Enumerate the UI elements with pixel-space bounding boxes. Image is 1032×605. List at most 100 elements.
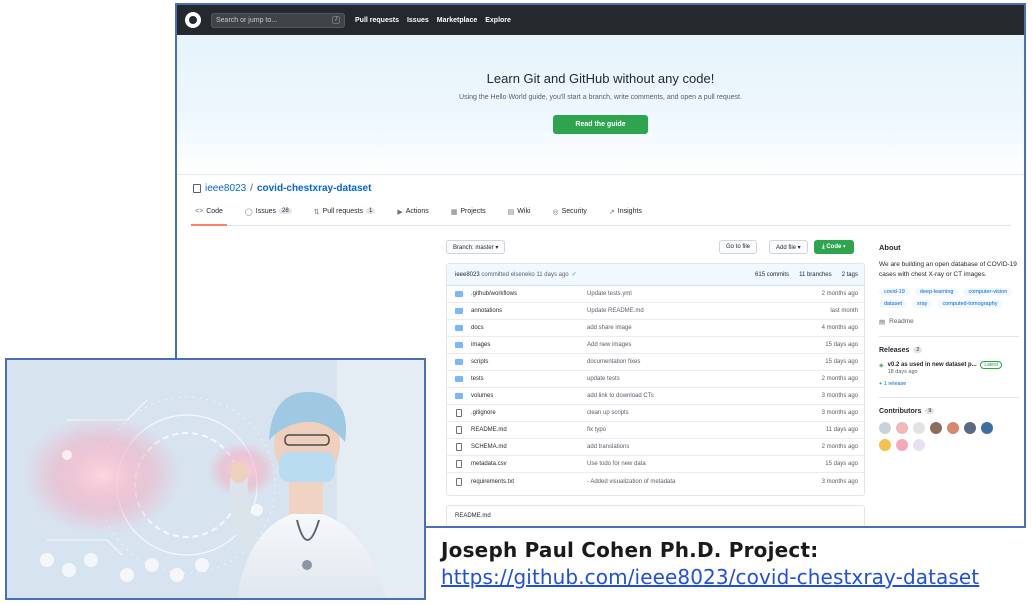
- commit-message-link[interactable]: clean up scripts: [587, 410, 629, 416]
- topic-tag[interactable]: dataset: [879, 299, 908, 308]
- graph-icon: ↗: [608, 209, 615, 216]
- tab-wiki[interactable]: ▤ Wiki: [504, 208, 535, 225]
- file-name-link[interactable]: requirements.txt: [471, 479, 606, 485]
- about-sidebar: About We are building an open database o…: [879, 243, 1019, 451]
- shield-icon: ◎: [552, 209, 559, 216]
- tab-label: Projects: [460, 208, 486, 215]
- contributors-label: Contributors: [879, 407, 922, 415]
- topic-tag[interactable]: covid-19: [879, 287, 910, 296]
- contributor-avatar[interactable]: [896, 421, 908, 434]
- commit-message-link[interactable]: add link to download CTs: [587, 393, 654, 399]
- file-name-link[interactable]: .github/workflows: [471, 291, 606, 297]
- repo-url-link[interactable]: https://github.com/ieee8023/covid-chestx…: [441, 565, 979, 589]
- nav-explore[interactable]: Explore: [485, 17, 511, 24]
- contributor-avatar[interactable]: [947, 421, 959, 434]
- releases-title[interactable]: Releases 2: [879, 347, 1019, 354]
- file-row[interactable]: requirements.txt - Added visualization of…: [447, 473, 864, 490]
- contributor-avatar[interactable]: [913, 421, 925, 434]
- tab-actions[interactable]: ▶ Actions: [393, 208, 432, 225]
- contributor-avatar[interactable]: [981, 421, 993, 434]
- nav-issues[interactable]: Issues: [407, 17, 429, 24]
- tab-code[interactable]: <> Code: [191, 208, 227, 226]
- tab-projects[interactable]: ▦ Projects: [447, 208, 490, 225]
- file-row[interactable]: metadata.csv Use todo for new data 15 days…: [447, 456, 864, 473]
- repo-owner-link[interactable]: ieee8023: [205, 183, 246, 194]
- file-row[interactable]: tests update tests 2 months ago: [447, 371, 864, 388]
- tab-insights[interactable]: ↗ Insights: [605, 208, 646, 225]
- project-icon: ▦: [450, 209, 458, 216]
- github-logo-icon[interactable]: [185, 12, 201, 28]
- file-rows: .github/workflows Update tests.yml 2 month…: [447, 286, 864, 490]
- commit-age: 15 days ago: [825, 359, 858, 365]
- file-row[interactable]: .github/workflows Update tests.yml 2 month…: [447, 286, 864, 303]
- tab-pull-requests[interactable]: ⇅ Pull requests 1: [310, 208, 380, 225]
- commit-author[interactable]: ieee8023: [455, 272, 480, 278]
- readme-link[interactable]: ▤ Readme: [879, 318, 1019, 326]
- tab-label: Actions: [405, 208, 429, 215]
- commit-message-link[interactable]: update tests: [587, 376, 620, 382]
- topic-tag[interactable]: computed-tomography: [937, 299, 1003, 308]
- contributor-avatar[interactable]: [879, 438, 891, 451]
- more-releases-link[interactable]: + 1 release: [879, 381, 1019, 387]
- commits-link[interactable]: 615 commits: [755, 272, 789, 278]
- latest-release[interactable]: ◈ v0.2 as used in new dataset p... Lates…: [879, 360, 1019, 375]
- tab-security[interactable]: ◎ Security: [549, 208, 591, 225]
- topic-tag[interactable]: xray: [912, 299, 933, 308]
- tab-issues[interactable]: ◯ Issues 28: [241, 208, 296, 225]
- commit-message-link[interactable]: Update README.md: [587, 308, 644, 314]
- book-icon: ▤: [507, 209, 515, 216]
- commit-message-link[interactable]: Use todo for new data: [587, 461, 646, 467]
- nav-marketplace[interactable]: Marketplace: [437, 17, 477, 24]
- contributor-avatar[interactable]: [913, 438, 925, 451]
- tab-label: Security: [561, 208, 587, 215]
- commit-message-link[interactable]: documentation fixes: [587, 359, 640, 365]
- file-row[interactable]: images Add new images 15 days ago: [447, 337, 864, 354]
- tags-link[interactable]: 2 tags: [842, 272, 858, 278]
- nav-pull-requests[interactable]: Pull requests: [355, 17, 399, 24]
- file-name-link[interactable]: tests: [471, 376, 606, 382]
- add-file-button[interactable]: Add file ▾: [769, 240, 808, 254]
- file-row[interactable]: .gitignore clean up scripts 3 months ago: [447, 405, 864, 422]
- commit-message-link[interactable]: fix typo: [587, 427, 606, 433]
- contributor-avatar[interactable]: [879, 421, 891, 434]
- file-name-link[interactable]: volumes: [471, 393, 606, 399]
- file-name-link[interactable]: scripts: [471, 359, 606, 365]
- file-name-link[interactable]: images: [471, 342, 606, 348]
- caption: Joseph Paul Cohen Ph.D. Project: https:/…: [441, 538, 979, 589]
- branches-link[interactable]: 11 branches: [799, 272, 832, 278]
- search-input[interactable]: Search or jump to... /: [211, 12, 345, 28]
- topic-tag[interactable]: deep-learning: [914, 287, 959, 296]
- topic-tag[interactable]: computer-vision: [963, 287, 1013, 296]
- file-name-link[interactable]: README.md: [471, 427, 606, 433]
- about-title: About: [879, 243, 901, 252]
- file-row[interactable]: annotations Update README.md last month: [447, 303, 864, 320]
- photo-illustration: [7, 360, 424, 598]
- file-row[interactable]: SCHEMA.md add translations 2 months ago: [447, 439, 864, 456]
- repo-name-link[interactable]: covid-chestxray-dataset: [257, 183, 372, 194]
- tab-label: Pull requests: [322, 208, 364, 215]
- file-row[interactable]: README.md fix typo 11 days ago: [447, 422, 864, 439]
- releases-label: Releases: [879, 346, 910, 354]
- file-name-link[interactable]: .gitignore: [471, 410, 606, 416]
- contributor-avatar[interactable]: [930, 421, 942, 434]
- code-download-button[interactable]: ⤓ Code ▾: [814, 240, 854, 254]
- contributor-avatar[interactable]: [896, 438, 908, 451]
- file-name-link[interactable]: annotations: [471, 308, 606, 314]
- commit-message-link[interactable]: - Added visualization of metadata: [587, 479, 675, 485]
- contributors-title[interactable]: Contributors 9: [879, 408, 1019, 415]
- file-name-link[interactable]: docs: [471, 325, 606, 331]
- go-to-file-button[interactable]: Go to file: [719, 240, 758, 254]
- read-guide-button[interactable]: Read the guide: [553, 115, 648, 134]
- file-row[interactable]: volumes add link to download CTs 3 months …: [447, 388, 864, 405]
- github-header: Search or jump to... / Pull requests Iss…: [177, 5, 1024, 35]
- commit-message-link[interactable]: add translations: [587, 444, 629, 450]
- commit-message-link[interactable]: add share image: [587, 325, 632, 331]
- file-row[interactable]: scripts documentation fixes 15 days ago: [447, 354, 864, 371]
- branch-select[interactable]: Branch: master ▾: [446, 240, 506, 254]
- file-name-link[interactable]: SCHEMA.md: [471, 444, 606, 450]
- file-name-link[interactable]: metadata.csv: [471, 461, 606, 467]
- contributor-avatar[interactable]: [964, 421, 976, 434]
- commit-message-link[interactable]: Add new images: [587, 342, 631, 348]
- file-row[interactable]: docs add share image 4 months ago: [447, 320, 864, 337]
- commit-message-link[interactable]: Update tests.yml: [587, 291, 632, 297]
